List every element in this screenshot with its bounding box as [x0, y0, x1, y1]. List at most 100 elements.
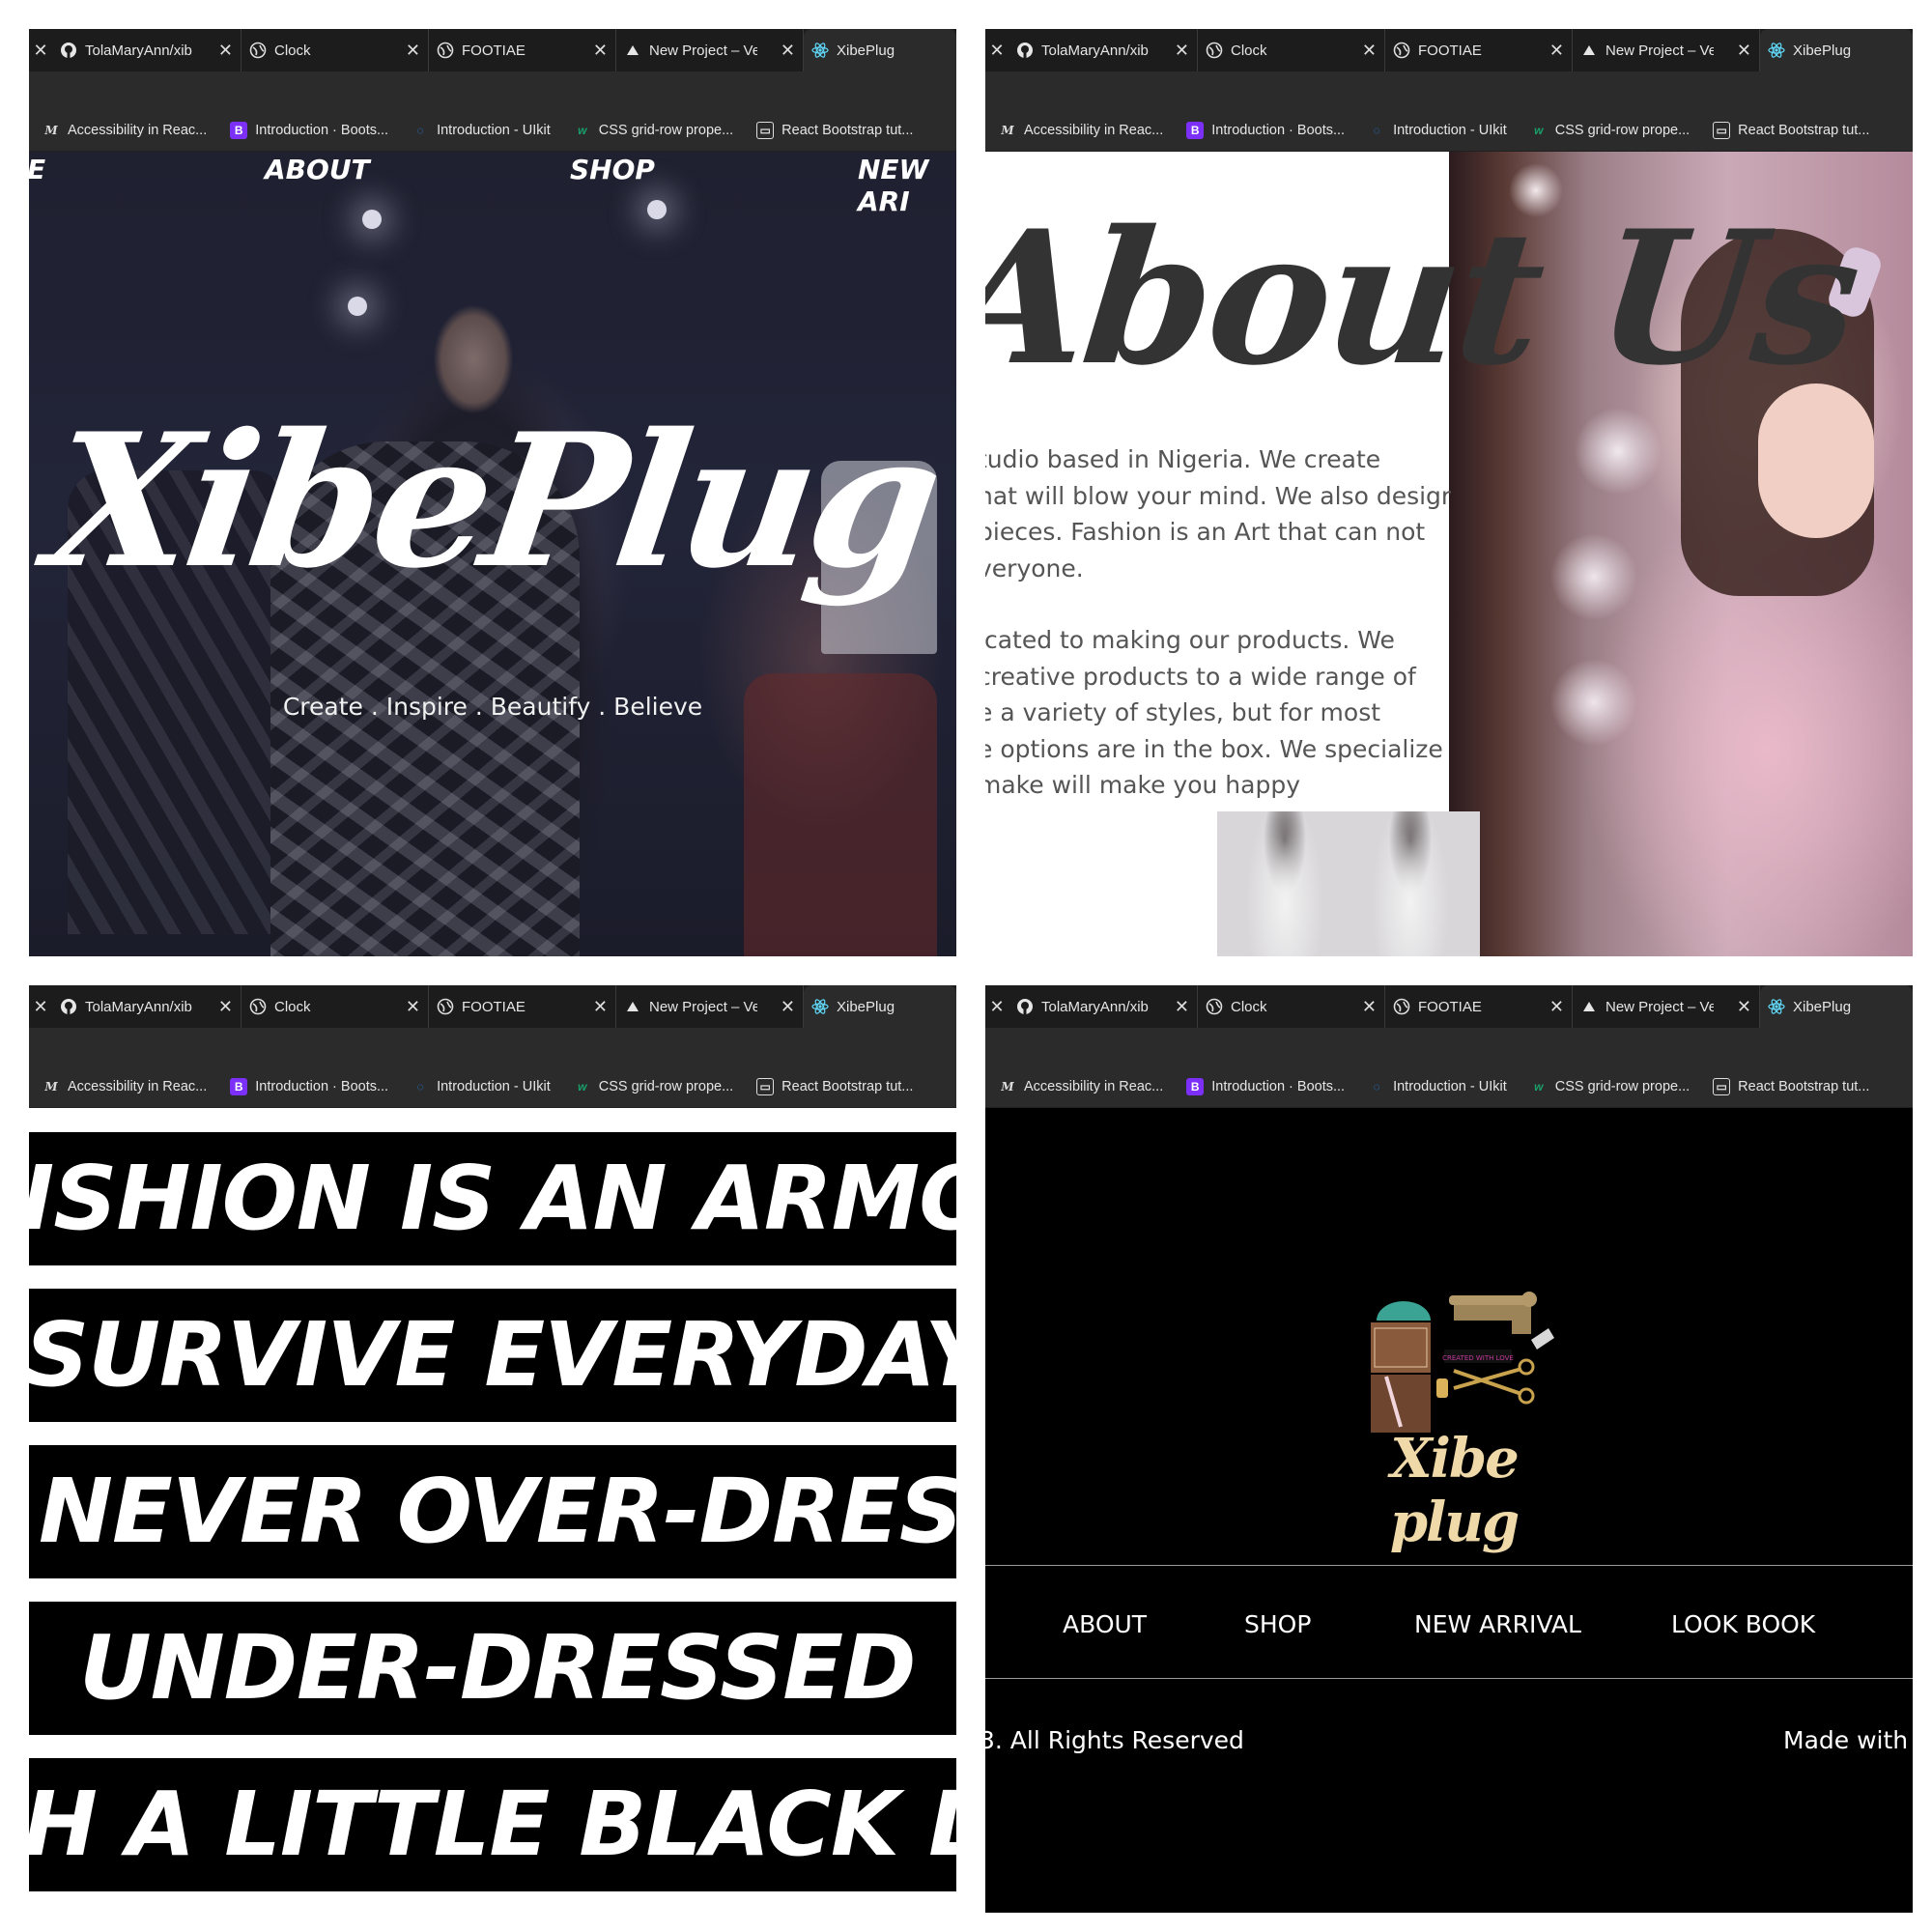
- bookmark-item[interactable]: ◌ Introduction - UIkit: [1354, 122, 1517, 139]
- hero-tagline: Create . Inspire . Beautify . Believe: [282, 693, 703, 721]
- bookmark-label: Introduction · Boots...: [1211, 1079, 1346, 1094]
- browser-tab[interactable]: TolaMaryAnn/xib ✕: [1009, 985, 1198, 1028]
- browser-tab[interactable]: New Project – Ve ✕: [616, 985, 804, 1028]
- close-icon[interactable]: ✕: [213, 41, 233, 61]
- about-two-models-photo: [1217, 811, 1480, 956]
- tab-label: New Project – Ve: [1605, 998, 1714, 1015]
- browser-tab[interactable]: TolaMaryAnn/xib ✕: [52, 29, 242, 71]
- close-icon[interactable]: ✕: [1731, 41, 1751, 61]
- browser-tab-active[interactable]: XibePlug: [804, 29, 956, 71]
- bookmark-item[interactable]: B Introduction · Boots...: [1173, 122, 1354, 139]
- bookmark-item[interactable]: ◌ Introduction - UIkit: [398, 122, 560, 139]
- quote-banner: SURVIVE EVERYDAY L: [29, 1289, 956, 1422]
- close-icon[interactable]: ✕: [29, 41, 52, 61]
- close-icon[interactable]: ✕: [1356, 41, 1377, 61]
- browser-tab[interactable]: FOOTIAE ✕: [429, 985, 616, 1028]
- bookmark-item[interactable]: ▭ React Bootstrap tut...: [1699, 122, 1879, 139]
- browser-tab[interactable]: TolaMaryAnn/xib ✕: [52, 985, 242, 1028]
- bookmark-label: CSS grid-row prope...: [1554, 1079, 1690, 1094]
- close-icon[interactable]: ✕: [1544, 997, 1564, 1017]
- github-icon: [60, 998, 77, 1015]
- bookmark-item[interactable]: ▭ React Bootstrap tut...: [743, 122, 923, 139]
- bookmark-item[interactable]: ▭ React Bootstrap tut...: [1699, 1078, 1879, 1095]
- close-icon[interactable]: ✕: [775, 41, 795, 61]
- bookmark-item[interactable]: ▭ React Bootstrap tut...: [743, 1078, 923, 1095]
- browser-tab[interactable]: Clock ✕: [242, 985, 429, 1028]
- close-icon[interactable]: ✕: [1356, 997, 1377, 1017]
- close-icon[interactable]: ✕: [213, 997, 233, 1017]
- browser-tab[interactable]: Clock ✕: [242, 29, 429, 71]
- browser-tab[interactable]: New Project – Ve ✕: [1573, 29, 1760, 71]
- browser-tab[interactable]: TolaMaryAnn/xib ✕: [1009, 29, 1198, 71]
- github-icon: [60, 42, 77, 59]
- bookmark-item[interactable]: w CSS grid-row prope...: [560, 1078, 743, 1095]
- bookmark-item[interactable]: w CSS grid-row prope...: [560, 122, 743, 139]
- bookmark-item[interactable]: ◌ Introduction - UIkit: [1354, 1078, 1517, 1095]
- tab-label: TolaMaryAnn/xib: [1041, 42, 1149, 59]
- footer-link-new-arrival[interactable]: NEW ARRIVAL: [1414, 1610, 1581, 1638]
- tab-label: TolaMaryAnn/xib: [1041, 998, 1149, 1015]
- bookmark-item[interactable]: ◌ Introduction - UIkit: [398, 1078, 560, 1095]
- nav-link[interactable]: E: [29, 154, 45, 185]
- browser-tab-active[interactable]: XibePlug: [1760, 985, 1913, 1028]
- about-section: About Us tudio based in Nigeria. We crea…: [985, 152, 1913, 956]
- tab-label: Clock: [1231, 998, 1267, 1015]
- nav-link-shop[interactable]: SHOP: [570, 154, 655, 185]
- bookmark-item[interactable]: B Introduction · Boots...: [216, 122, 398, 139]
- close-icon[interactable]: ✕: [400, 41, 420, 61]
- tab-label: Clock: [274, 42, 311, 59]
- tutorial-icon: ▭: [1713, 122, 1731, 139]
- tab-label: New Project – Ve: [649, 998, 757, 1015]
- about-line: pieces. Fashion is an Art that can not: [985, 518, 1426, 546]
- nav-link-about[interactable]: ABOUT: [265, 154, 370, 185]
- globe-icon: [249, 998, 267, 1015]
- nav-link-new-arrival[interactable]: NEW ARI: [858, 154, 956, 217]
- screenshot-hero: ✕ TolaMaryAnn/xib ✕ Clock ✕ FOOTIAE ✕ Ne…: [29, 29, 956, 956]
- close-icon[interactable]: ✕: [985, 41, 1009, 61]
- footer-link-look-book[interactable]: LOOK BOOK: [1671, 1610, 1815, 1638]
- about-text: tudio based in Nigeria. We create hat wi…: [985, 441, 1451, 804]
- close-icon[interactable]: ✕: [775, 997, 795, 1017]
- browser-tab[interactable]: FOOTIAE ✕: [1385, 985, 1573, 1028]
- browser-tab[interactable]: Clock ✕: [1198, 985, 1385, 1028]
- close-icon[interactable]: ✕: [587, 997, 608, 1017]
- browser-tab[interactable]: FOOTIAE ✕: [1385, 29, 1573, 71]
- xibe-plug-logo[interactable]: CREATED WITH LOVE Xibe plug: [1348, 1282, 1560, 1554]
- react-icon: [1768, 42, 1785, 59]
- bookmark-item[interactable]: M Accessibility in Reac...: [29, 122, 216, 139]
- close-icon[interactable]: ✕: [1544, 41, 1564, 61]
- bookmark-label: Introduction - UIkit: [1393, 123, 1507, 138]
- bookmark-label: Introduction · Boots...: [255, 123, 389, 138]
- browser-tab[interactable]: FOOTIAE ✕: [429, 29, 616, 71]
- browser-tab-active[interactable]: XibePlug: [804, 985, 956, 1028]
- react-icon: [1768, 998, 1785, 1015]
- bookmark-item[interactable]: B Introduction · Boots...: [1173, 1078, 1354, 1095]
- bookmark-item[interactable]: M Accessibility in Reac...: [29, 1078, 216, 1095]
- bookmarks-bar: M Accessibility in Reac... B Introduction …: [985, 110, 1913, 152]
- footer-link-about[interactable]: ABOUT: [1063, 1610, 1147, 1638]
- quote-banner: H A LITTLE BLACK DR: [29, 1758, 956, 1891]
- browser-tab-active[interactable]: XibePlug: [1760, 29, 1913, 71]
- bookmark-item[interactable]: M Accessibility in Reac...: [985, 122, 1173, 139]
- close-icon[interactable]: ✕: [400, 997, 420, 1017]
- about-line: e options are in the box. We specialize …: [985, 734, 1451, 763]
- bookmark-item[interactable]: B Introduction · Boots...: [216, 1078, 398, 1095]
- bookmark-label: CSS grid-row prope...: [598, 123, 734, 138]
- close-icon[interactable]: ✕: [985, 997, 1009, 1017]
- footer-link-shop[interactable]: SHOP: [1244, 1610, 1311, 1638]
- browser-tab[interactable]: Clock ✕: [1198, 29, 1385, 71]
- bookmark-item[interactable]: w CSS grid-row prope...: [1517, 1078, 1699, 1095]
- close-icon[interactable]: ✕: [587, 41, 608, 61]
- hero-title: XibePlug: [37, 393, 949, 609]
- close-icon[interactable]: ✕: [29, 997, 52, 1017]
- bookmark-item[interactable]: w CSS grid-row prope...: [1517, 122, 1699, 139]
- browser-tab[interactable]: New Project – Ve ✕: [616, 29, 804, 71]
- bookmark-item[interactable]: M Accessibility in Reac...: [985, 1078, 1173, 1095]
- close-icon[interactable]: ✕: [1169, 997, 1189, 1017]
- close-icon[interactable]: ✕: [1731, 997, 1751, 1017]
- close-icon[interactable]: ✕: [1169, 41, 1189, 61]
- quote-banner: NEVER OVER-DRESS: [29, 1445, 956, 1578]
- github-icon: [1016, 42, 1034, 59]
- browser-tab[interactable]: New Project – Ve ✕: [1573, 985, 1760, 1028]
- tab-label: TolaMaryAnn/xib: [85, 998, 192, 1015]
